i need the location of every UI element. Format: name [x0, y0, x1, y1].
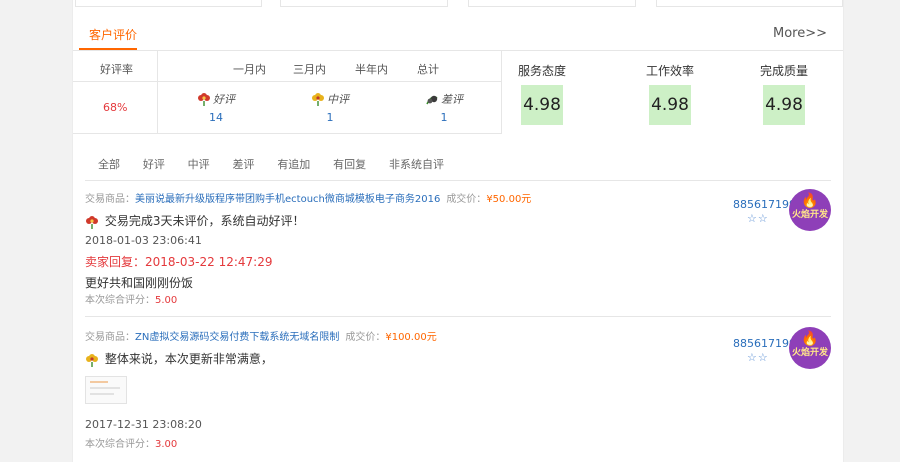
review-image-thumbnail[interactable] — [85, 376, 127, 404]
price-label: 成交价： — [446, 194, 487, 205]
score-quality-value: 4.98 — [763, 85, 805, 125]
eval-good-count[interactable]: 14 — [176, 111, 256, 124]
review-filter-bar: 全部 好评 中评 差评 有追加 有回复 非系统自评 — [98, 156, 463, 172]
avatar-text: 火焰开发 — [791, 210, 828, 220]
review-content: 整体来说，本次更新非常满意， — [104, 352, 273, 366]
seller-reply: 卖家回复：2018-03-22 12:47:29 — [85, 253, 272, 270]
review-content: 交易完成3天未评价，系统自动好评！ — [104, 214, 305, 228]
score-service-value: 4.98 — [521, 85, 563, 125]
score-quality-label: 完成质量 — [759, 64, 808, 78]
eval-good-label: 好评 — [213, 93, 235, 106]
eval-bad[interactable]: 差评 1 — [404, 91, 484, 124]
review-score-value: 3.00 — [155, 439, 178, 450]
review-score-value: 5.00 — [155, 295, 178, 306]
customer-review-panel: 客户评价 More>> 好评率 一月内 三月内 半年内 总计 68% 好评 14… — [72, 0, 844, 462]
eval-bad-label: 差评 — [441, 93, 463, 106]
red-flower-icon — [198, 93, 210, 106]
avatar-text: 火焰开发 — [791, 348, 828, 358]
reviewer-stars: ☆☆ — [747, 212, 769, 225]
score-quality: 完成质量 4.98 — [729, 62, 839, 125]
price-label: 成交价： — [345, 332, 386, 343]
top-card — [75, 0, 262, 7]
product-link[interactable]: ZN虚拟交易源码交易付费下载系统无域名限制 — [135, 332, 339, 343]
product-label: 交易商品： — [85, 194, 135, 205]
header-three-months: 三月内 — [293, 63, 326, 76]
price-value: ¥50.00元 — [486, 194, 532, 205]
red-flower-icon — [86, 215, 98, 229]
filter-non-system[interactable]: 非系统自评 — [389, 156, 444, 172]
reviewer-stars: ☆☆ — [747, 351, 769, 364]
review-score-label: 本次综合评分： — [85, 295, 155, 306]
top-card — [280, 0, 448, 7]
tabs-header: 客户评价 More>> — [73, 14, 843, 51]
reviewer-avatar[interactable]: 🔥 火焰开发 — [789, 327, 831, 369]
reviewer-avatar[interactable]: 🔥 火焰开发 — [789, 189, 831, 231]
eval-neutral-count[interactable]: 1 — [290, 111, 370, 124]
header-rate: 好评率 — [100, 63, 133, 76]
reviewer-id[interactable]: 885617199 — [733, 198, 796, 211]
product-label: 交易商品： — [85, 332, 135, 343]
filter-replied[interactable]: 有回复 — [333, 156, 366, 172]
filter-good[interactable]: 好评 — [143, 156, 165, 172]
header-total: 总计 — [417, 63, 439, 76]
review-item: 交易商品：ZN虚拟交易源码交易付费下载系统无域名限制 成交价：¥100.00元 整… — [85, 322, 831, 457]
review-date: 2017-12-31 23:08:20 — [85, 418, 202, 431]
yellow-flower-icon — [312, 93, 324, 106]
review-divider — [85, 180, 831, 181]
score-efficiency: 工作效率 4.98 — [615, 62, 725, 125]
reviewer-id[interactable]: 885617199 — [733, 337, 796, 350]
review-item: 交易商品：美丽说最新升级版程序带团购手机ectouch微商城模板电子商务2016… — [85, 186, 831, 316]
wilted-flower-icon — [426, 95, 438, 105]
score-efficiency-label: 工作效率 — [645, 64, 694, 78]
tab-active-underline — [79, 48, 137, 50]
good-rate-value: 68% — [103, 101, 128, 114]
header-month: 一月内 — [233, 63, 266, 76]
top-card — [656, 0, 843, 7]
eval-neutral[interactable]: 中评 1 — [290, 91, 370, 124]
review-content-line: 交易完成3天未评价，系统自动好评！ — [85, 212, 304, 229]
top-card — [468, 0, 636, 7]
flame-icon: 🔥 — [801, 193, 819, 209]
review-product-line: 交易商品：美丽说最新升级版程序带团购手机ectouch微商城模板电子商务2016… — [85, 190, 531, 205]
review-content-line: 整体来说，本次更新非常满意， — [85, 350, 273, 367]
product-link[interactable]: 美丽说最新升级版程序带团购手机ectouch微商城模板电子商务2016 — [135, 194, 440, 205]
review-score: 本次综合评分：5.00 — [85, 291, 177, 306]
header-half-year: 半年内 — [355, 63, 388, 76]
eval-neutral-label: 中评 — [327, 93, 349, 106]
filter-all[interactable]: 全部 — [98, 156, 120, 172]
filter-bad[interactable]: 差评 — [232, 156, 254, 172]
flame-icon: 🔥 — [801, 331, 819, 347]
review-date: 2018-01-03 23:06:41 — [85, 234, 202, 247]
review-score-label: 本次综合评分： — [85, 439, 155, 450]
eval-good[interactable]: 好评 14 — [176, 91, 256, 124]
yellow-flower-icon — [86, 353, 98, 367]
price-value: ¥100.00元 — [385, 332, 437, 343]
filter-appended[interactable]: 有追加 — [277, 156, 310, 172]
review-divider — [85, 316, 831, 317]
stats-row-divider — [73, 81, 501, 82]
seller-reply-text: 更好共和国刚刚份饭 — [85, 276, 194, 290]
filter-neutral[interactable]: 中评 — [188, 156, 210, 172]
more-link[interactable]: More>> — [773, 26, 827, 41]
review-score: 本次综合评分：3.00 — [85, 435, 177, 450]
score-service: 服务态度 4.98 — [487, 62, 597, 125]
score-efficiency-value: 4.98 — [649, 85, 691, 125]
tab-customer-review[interactable]: 客户评价 — [89, 26, 137, 43]
eval-bad-count[interactable]: 1 — [404, 111, 484, 124]
seller-reply-date: 2018-03-22 12:47:29 — [145, 255, 273, 269]
seller-reply-label: 卖家回复： — [85, 255, 146, 269]
rating-stats-table: 好评率 一月内 三月内 半年内 总计 68% 好评 14 中评 1 差评 1 — [73, 51, 502, 134]
review-product-line: 交易商品：ZN虚拟交易源码交易付费下载系统无域名限制 成交价：¥100.00元 — [85, 328, 437, 343]
score-service-label: 服务态度 — [517, 64, 566, 78]
